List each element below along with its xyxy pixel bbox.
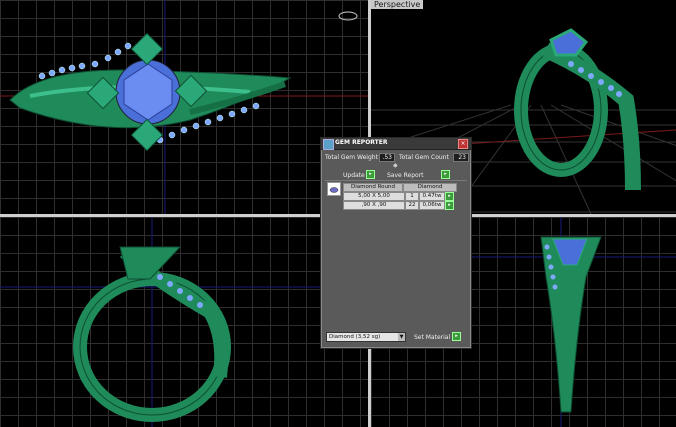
update-button[interactable]: ▸ <box>366 170 375 179</box>
total-count-field[interactable]: 23 <box>453 153 469 162</box>
material-select[interactable]: Diamond (3,52 sg) ▼ <box>326 332 406 342</box>
total-weight-label: Total Gem Weight <box>325 154 378 161</box>
table-row-2-count: 22 <box>405 201 419 210</box>
set-material-label: Set Material <box>414 334 451 341</box>
table-row-1-size: 5,00 X 5,00 <box>343 192 405 201</box>
gem-thumbnail-icon <box>327 182 341 196</box>
update-label: Update <box>343 172 365 179</box>
save-report-button[interactable]: ▸ <box>441 170 450 179</box>
dialog-titlebar[interactable]: GEM REPORTER × <box>321 138 471 150</box>
gem-reporter-app-icon <box>323 139 334 150</box>
table-header-shape: Diamond Round <box>343 183 403 192</box>
top-view-ring <box>0 0 368 214</box>
total-weight-field[interactable]: .53 <box>379 153 395 162</box>
table-row-1-weight: 0.47tw <box>419 192 445 201</box>
scroll-indicator-icon: ◆ <box>393 162 398 169</box>
set-material-button[interactable]: ▸ <box>452 332 461 341</box>
table-row-1-select-button[interactable]: ▸ <box>445 192 454 201</box>
table-row-2-weight: 0,06tw <box>419 201 445 210</box>
viewport-top[interactable] <box>0 0 368 214</box>
viewport-front[interactable] <box>0 217 368 427</box>
table-row-2-size: ,90 X ,90 <box>343 201 405 210</box>
dialog-title: GEM REPORTER <box>335 139 388 146</box>
chevron-down-icon[interactable]: ▼ <box>398 333 405 341</box>
viewport-perspective-label: Perspective <box>371 0 424 9</box>
save-report-label: Save Report <box>387 172 424 179</box>
material-select-value: Diamond (3,52 sg) <box>329 334 381 340</box>
table-row-1-count: 1 <box>405 192 419 201</box>
gem-reporter-dialog: GEM REPORTER × Total Gem Weight .53 Tota… <box>320 137 472 349</box>
divider <box>325 180 467 181</box>
table-header-material: Diamond <box>403 183 457 192</box>
close-icon[interactable]: × <box>458 139 468 149</box>
table-row-2-select-button[interactable]: ▸ <box>445 201 454 210</box>
front-view-ring <box>0 217 368 427</box>
total-count-label: Total Gem Count <box>399 154 449 161</box>
